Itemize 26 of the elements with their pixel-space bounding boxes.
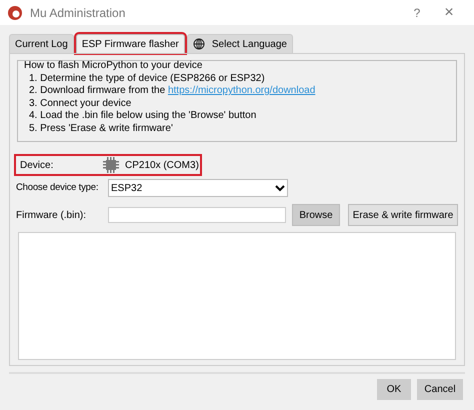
instruction-step: 3. Connect your device: [24, 98, 450, 110]
firmware-field[interactable]: [108, 207, 286, 223]
tab[interactable]: ESP Firmware flasher: [76, 34, 185, 53]
device-type-select[interactable]: ESP32: [108, 179, 288, 197]
browse-button[interactable]: Browse: [292, 204, 340, 226]
instruction-step: 2. Download firmware from the: [29, 85, 168, 98]
instruction-step: 4. Load the .bin file below using the 'Browse' button: [24, 110, 450, 122]
window-title: Mu Administration: [30, 4, 126, 22]
dialog-button[interactable]: OK: [377, 379, 411, 400]
device-value: CP210x (COM3): [125, 158, 199, 172]
globe-icon: [192, 38, 205, 50]
instructions-title: How to flash MicroPython to your device: [24, 60, 204, 72]
firmware-label: Firmware (.bin):: [16, 208, 88, 222]
tab[interactable]: Select Language: [186, 34, 293, 53]
help-button[interactable]: ?: [402, 4, 432, 22]
instruction-step: 1. Determine the type of device (ESP8266 or ESP32): [24, 72, 450, 85]
instruction-step: 5. Press 'Erase & write firmware': [24, 122, 450, 135]
close-button[interactable]: ×: [432, 0, 466, 24]
device-label: Device:: [20, 158, 54, 172]
device-type-label: Choose device type:: [16, 180, 100, 195]
chip-icon: [103, 157, 119, 173]
tab[interactable]: Current Log: [9, 34, 74, 53]
chevron-down-icon: [275, 184, 285, 192]
app-logo-icon: [8, 6, 22, 20]
erase-write-button[interactable]: Erase & write firmware: [348, 204, 458, 226]
dialog-button[interactable]: Cancel: [417, 379, 463, 400]
